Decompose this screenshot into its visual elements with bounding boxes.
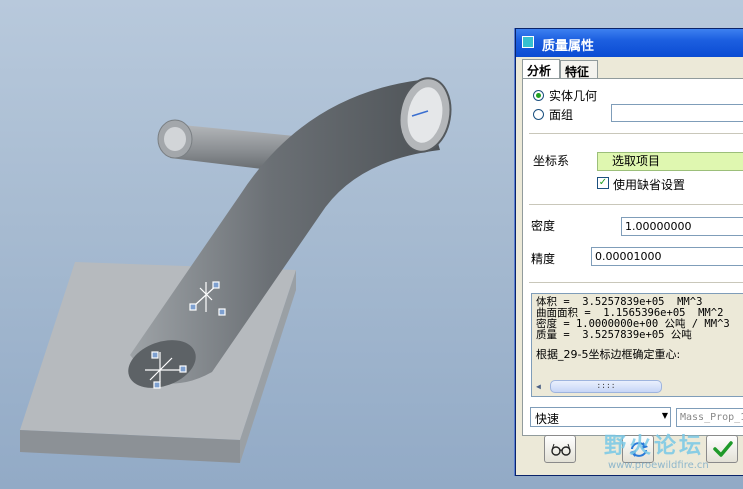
chevron-down-icon: ▼ [661, 411, 668, 420]
density-label: 密度 [531, 219, 556, 233]
quilt-radio[interactable] [533, 109, 544, 120]
csys-select-field[interactable]: 选取项目 [597, 152, 743, 171]
checkmark-icon [713, 441, 733, 457]
results-horizontal-scrollbar[interactable]: ◀ :::: [536, 380, 743, 393]
compute-mode-select[interactable]: 快速 ▼ [530, 407, 671, 427]
ok-button[interactable] [706, 435, 738, 463]
accuracy-label: 精度 [531, 252, 556, 266]
eyeglasses-icon [551, 443, 571, 456]
divider [529, 133, 743, 134]
window-app-icon [522, 36, 534, 48]
divider [529, 204, 743, 205]
use-default-checkbox[interactable]: ✓ [597, 177, 609, 189]
density-input[interactable]: 1.00000000 [621, 217, 743, 236]
solid-geometry-radio[interactable] [533, 90, 544, 101]
analysis-name-input[interactable]: Mass_Prop_1 [676, 408, 743, 427]
csys-label: 坐标系 [533, 154, 570, 168]
preview-button[interactable] [544, 435, 576, 463]
result-mass: 质量 = 3.5257839e+05 公吨 [536, 329, 692, 341]
divider [529, 282, 743, 283]
tab-analysis[interactable]: 分析 [522, 59, 560, 80]
quilt-select-field[interactable] [611, 104, 743, 122]
scroll-left-icon[interactable]: ◀ [536, 381, 541, 392]
side-pipe-bore [164, 127, 186, 151]
dialog-title: 质量属性 [542, 39, 595, 54]
solid-geometry-label: 实体几何 [549, 89, 598, 103]
regenerate-icon [630, 442, 648, 457]
dialog-titlebar[interactable]: 质量属性 [516, 29, 743, 57]
results-text-area[interactable]: 体积 = 3.5257839e+05 MM^3 曲面面积 = 1.1565396… [531, 293, 743, 397]
use-default-label: 使用缺省设置 [613, 178, 686, 192]
repeat-analysis-button[interactable] [622, 435, 654, 463]
compute-mode-value: 快速 [535, 412, 560, 426]
accuracy-input[interactable]: 0.00001000 [591, 247, 743, 266]
tab-features[interactable]: 特征 [560, 60, 598, 79]
result-centroid-note: 根据_29-5坐标边框确定重心: [536, 348, 681, 361]
quilt-label: 面组 [549, 108, 574, 122]
scrollbar-thumb[interactable]: :::: [550, 380, 662, 393]
mass-properties-dialog: 质量属性 分析 特征 实体几何 面组 坐标系 选取项目 ✓ 使用缺省设置 密度 … [515, 28, 743, 476]
